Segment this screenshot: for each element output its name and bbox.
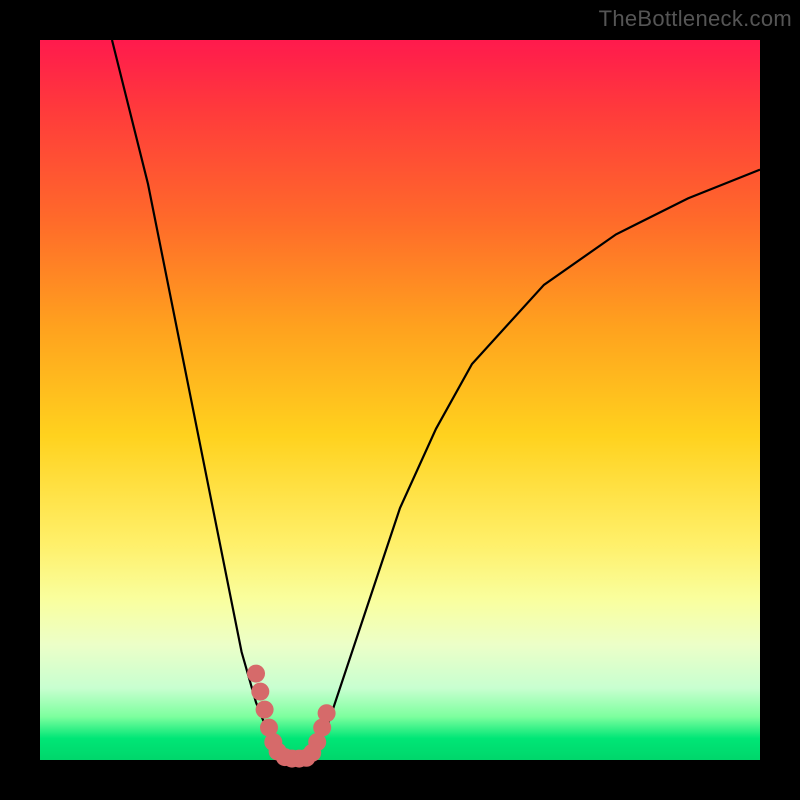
bottleneck-curve <box>112 40 760 760</box>
chart-frame: TheBottleneck.com <box>0 0 800 800</box>
watermark-text: TheBottleneck.com <box>599 6 792 32</box>
trough-marker <box>247 665 265 683</box>
trough-marker <box>251 683 269 701</box>
trough-marker <box>256 701 274 719</box>
marker-group <box>247 665 336 768</box>
plot-area <box>40 40 760 760</box>
curve-svg <box>40 40 760 760</box>
trough-marker <box>318 704 336 722</box>
